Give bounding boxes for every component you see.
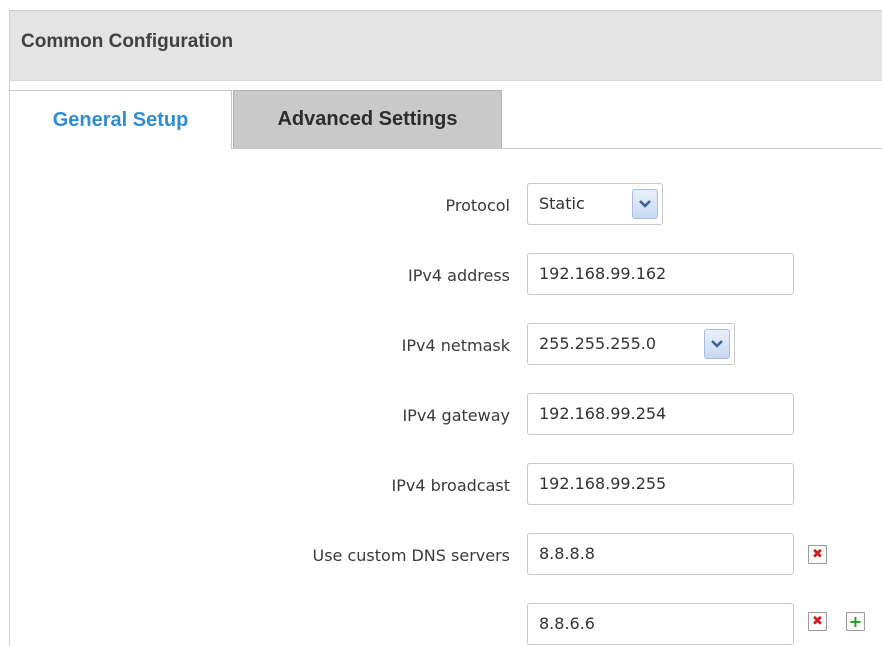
ipv4-netmask-label: IPv4 netmask	[401, 336, 510, 355]
ipv4-gateway-input[interactable]: 192.168.99.254	[527, 393, 794, 435]
dns-server-input-2[interactable]: 8.8.6.6	[527, 603, 794, 645]
dns-server-input-1[interactable]: 8.8.8.8	[527, 533, 794, 575]
protocol-label: Protocol	[445, 196, 510, 215]
protocol-select[interactable]: Static	[527, 183, 663, 225]
ipv4-netmask-value: 255.255.255.0	[539, 334, 657, 353]
tab-general-setup[interactable]: General Setup	[10, 90, 232, 149]
chevron-down-icon[interactable]	[632, 189, 658, 219]
tab-advanced-settings[interactable]: Advanced Settings	[233, 90, 502, 148]
ipv4-netmask-select[interactable]: 255.255.255.0	[527, 323, 735, 365]
ipv4-gateway-label: IPv4 gateway	[402, 406, 510, 425]
custom-dns-label: Use custom DNS servers	[312, 546, 511, 565]
ipv4-address-input[interactable]: 192.168.99.162	[527, 253, 794, 295]
remove-icon[interactable]: ✖	[808, 612, 827, 631]
chevron-down-icon[interactable]	[704, 329, 730, 359]
ipv4-address-label: IPv4 address	[408, 266, 510, 285]
ipv4-broadcast-label: IPv4 broadcast	[391, 476, 510, 495]
section-title: Common Configuration	[21, 31, 234, 52]
add-icon[interactable]: +	[846, 612, 865, 631]
ipv4-broadcast-input[interactable]: 192.168.99.255	[527, 463, 794, 505]
protocol-value: Static	[539, 194, 585, 213]
remove-icon[interactable]: ✖	[808, 545, 827, 564]
